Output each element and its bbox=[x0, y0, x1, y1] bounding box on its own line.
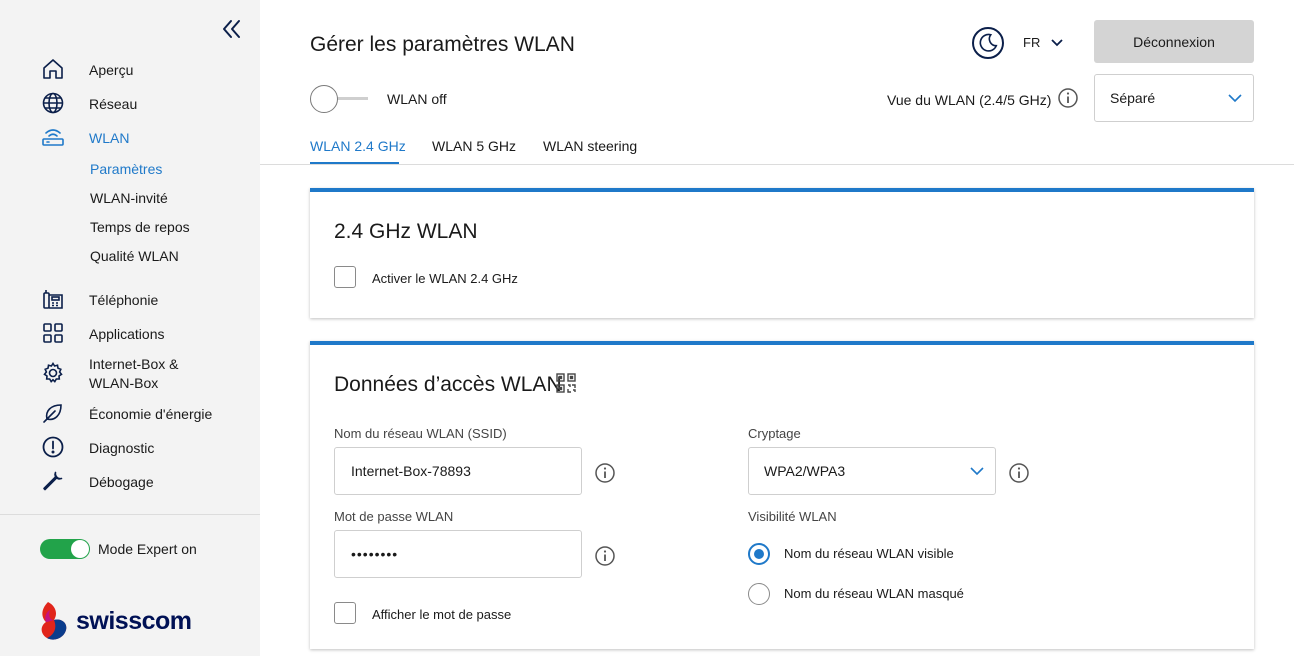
hidden-radio-label: Nom du réseau WLAN masqué bbox=[784, 586, 964, 601]
logo-wordmark: swisscom bbox=[76, 606, 192, 635]
card-title: 2.4 GHz WLAN bbox=[334, 220, 478, 243]
info-icon[interactable] bbox=[1057, 87, 1079, 109]
gear-icon bbox=[40, 360, 66, 386]
tabs-divider bbox=[260, 164, 1294, 165]
crypto-label: Cryptage bbox=[748, 426, 801, 441]
sidebar: Aperçu Réseau WLAN Paramètres WLAN-invit… bbox=[0, 0, 260, 656]
alert-circle-icon bbox=[40, 434, 66, 460]
home-icon bbox=[40, 56, 66, 82]
sidebar-subitem-temps-de-repos[interactable]: Temps de repos bbox=[90, 219, 190, 235]
sidebar-item-label: Débogage bbox=[89, 474, 154, 490]
sidebar-item-label: Économie d'énergie bbox=[89, 406, 213, 422]
sidebar-item-applications[interactable]: Applications bbox=[40, 320, 165, 346]
crypto-value: WPA2/WPA3 bbox=[764, 463, 846, 479]
sidebar-item-label: Aperçu bbox=[89, 62, 134, 78]
qr-code-icon[interactable] bbox=[556, 373, 576, 393]
ssid-input[interactable]: Internet-Box-78893 bbox=[334, 447, 582, 495]
sidebar-item-label: Réseau bbox=[89, 96, 138, 112]
sidebar-item-label: Diagnostic bbox=[89, 440, 155, 456]
page-title: Gérer les paramètres WLAN bbox=[310, 33, 575, 56]
apps-grid-icon bbox=[40, 320, 66, 346]
sidebar-subitem-qualite-wlan[interactable]: Qualité WLAN bbox=[90, 248, 179, 264]
sidebar-subitem-wlan-invite[interactable]: WLAN-invité bbox=[90, 190, 168, 206]
info-icon[interactable] bbox=[594, 462, 616, 484]
show-password-label: Afficher le mot de passe bbox=[372, 607, 512, 622]
phone-icon bbox=[40, 286, 66, 312]
show-password-checkbox[interactable] bbox=[334, 602, 356, 624]
expert-mode-label: Mode Expert on bbox=[98, 541, 197, 557]
collapse-sidebar-icon[interactable] bbox=[220, 17, 244, 41]
wlan-24-card: 2.4 GHz WLAN Activer le WLAN 2.4 GHz bbox=[310, 188, 1254, 318]
wlan-view-label: Vue du WLAN (2.4/5 GHz) bbox=[887, 92, 1052, 108]
info-icon[interactable] bbox=[594, 545, 616, 567]
sidebar-subitem-parametres[interactable]: Paramètres bbox=[90, 161, 162, 177]
wlan-view-select[interactable]: Séparé bbox=[1094, 74, 1254, 122]
tab-wlan-5[interactable]: WLAN 5 GHz bbox=[432, 138, 516, 154]
sidebar-item-telephonie[interactable]: Téléphonie bbox=[40, 286, 158, 312]
dark-mode-button[interactable] bbox=[972, 27, 1004, 59]
language-value: FR bbox=[1023, 35, 1041, 50]
globe-icon bbox=[40, 90, 66, 116]
sidebar-item-label: Téléphonie bbox=[89, 292, 159, 308]
sidebar-item-label: Applications bbox=[89, 326, 165, 342]
tab-wlan-24[interactable]: WLAN 2.4 GHz bbox=[310, 138, 406, 154]
crypto-select[interactable]: WPA2/WPA3 bbox=[748, 447, 996, 495]
expert-mode-toggle[interactable] bbox=[40, 539, 90, 559]
chevron-down-icon bbox=[970, 467, 984, 476]
tab-wlan-steering[interactable]: WLAN steering bbox=[543, 138, 637, 154]
sidebar-item-debogage[interactable]: Débogage bbox=[40, 468, 154, 494]
swisscom-logo: swisscom bbox=[38, 600, 192, 642]
visible-radio-label: Nom du réseau WLAN visible bbox=[784, 546, 954, 561]
sidebar-item-economie-energie[interactable]: Économie d'énergie bbox=[40, 400, 212, 426]
visible-radio[interactable] bbox=[748, 543, 770, 565]
enable-wlan-24-label: Activer le WLAN 2.4 GHz bbox=[372, 271, 518, 286]
ssid-label: Nom du réseau WLAN (SSID) bbox=[334, 426, 507, 441]
info-icon[interactable] bbox=[1008, 462, 1030, 484]
password-input[interactable]: •••••••• bbox=[334, 530, 582, 578]
sidebar-item-reseau[interactable]: Réseau bbox=[40, 90, 137, 116]
sidebar-divider bbox=[0, 514, 260, 515]
wlan-state-label: WLAN off bbox=[387, 91, 447, 107]
password-label: Mot de passe WLAN bbox=[334, 509, 454, 524]
moon-icon bbox=[979, 33, 998, 52]
expert-mode: Mode Expert on bbox=[40, 539, 197, 559]
sidebar-item-label-line1: Internet-Box & bbox=[89, 356, 179, 372]
sidebar-item-label-line2: WLAN-Box bbox=[89, 375, 159, 391]
language-selector[interactable]: FR bbox=[1023, 35, 1064, 50]
chevron-down-icon bbox=[1051, 38, 1063, 46]
swisscom-lifeform-icon bbox=[41, 602, 67, 640]
wlan-view-value: Séparé bbox=[1110, 90, 1156, 106]
hidden-radio[interactable] bbox=[748, 583, 770, 605]
sidebar-item-internet-box[interactable]: Internet-Box & WLAN-Box bbox=[40, 356, 179, 391]
sidebar-item-label: Internet-Box & WLAN-Box bbox=[89, 355, 179, 393]
wlan-access-card: Données d’accès WLAN Nom du réseau WLAN … bbox=[310, 341, 1254, 649]
visibility-label: Visibilité WLAN bbox=[748, 509, 837, 524]
wifi-router-icon bbox=[40, 124, 66, 150]
leaf-icon bbox=[40, 400, 66, 426]
sidebar-item-label: WLAN bbox=[89, 130, 130, 146]
chevron-down-icon bbox=[1228, 94, 1242, 103]
enable-wlan-24-checkbox[interactable] bbox=[334, 266, 356, 288]
sidebar-item-wlan[interactable]: WLAN bbox=[40, 124, 129, 150]
wlan-toggle-knob bbox=[310, 85, 338, 113]
card-title: Données d’accès WLAN bbox=[334, 373, 562, 396]
logout-button[interactable]: Déconnexion bbox=[1094, 20, 1254, 63]
wlan-toggle[interactable] bbox=[310, 85, 368, 113]
sidebar-item-diagnostic[interactable]: Diagnostic bbox=[40, 434, 154, 460]
wrench-icon bbox=[40, 468, 66, 494]
sidebar-item-apercu[interactable]: Aperçu bbox=[40, 56, 133, 82]
